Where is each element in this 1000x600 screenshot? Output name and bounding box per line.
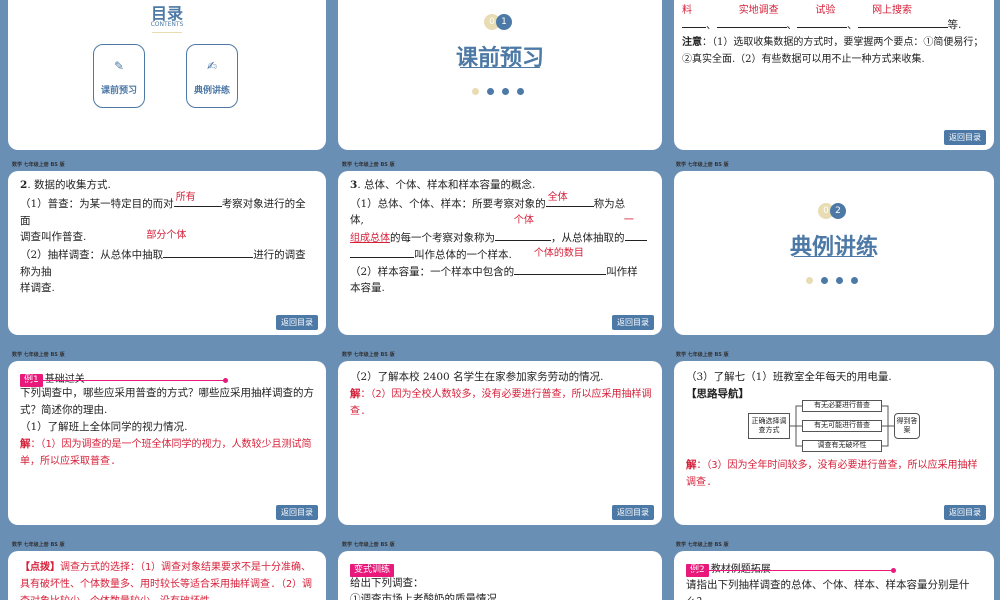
individual-definition: 组成总体的每一个考察对象称为 ，从总体抽取的 <box>350 229 652 247</box>
section-underline <box>794 253 874 257</box>
answer-3: 解：（3）因为全年时间较多，没有必要进行普查，所以应采用抽样调查. <box>686 459 978 488</box>
answer-1: 解：（1）因为调查的是一个班全体同学的视力，人数较少且测试简单，所以应采取普查. <box>20 438 312 467</box>
note-paragraph: 注意：（1）选取收集数据的方式时，要掌握两个要点：①简便易行；②真实全面.（2）… <box>682 37 984 65</box>
sample-definition: 叫作总体的一个样本. 个体的数目 <box>350 246 652 264</box>
thinking-flowchart: 正确选择调查方式 有无必要进行普查 有无可能进行普查 调查有无破坏性 得到答案 <box>744 399 924 453</box>
contents-subtitle: CONTENTS <box>150 21 184 28</box>
menu-item-examples[interactable]: ✍ 典例讲练 <box>186 44 238 108</box>
edit-icon: ✍ <box>206 59 218 73</box>
slide-header: 数学 七年级上册 BS 版 <box>342 542 395 548</box>
sample-size-definition: （2）样本容量：一个样本中包含的 叫作样 <box>350 263 652 281</box>
slide-header: 数学 七年级上册 BS 版 <box>676 162 729 168</box>
question-1: （1）了解班上全体同学的视力情况. <box>20 421 188 433</box>
blanks-line: 、、、等. <box>682 16 984 34</box>
question-intro: 下列调查中，哪些应采用普查的方式？哪些应采用抽样调查的方式？简述你的理由. <box>20 387 314 416</box>
population-definition-2: 体, 个体一 <box>350 214 634 226</box>
return-button[interactable]: 返回目录 <box>612 505 654 520</box>
question-3: （3）了解七（1）班教室全年每天的用电量. <box>686 371 892 383</box>
census-definition-cont: 调查叫作普查. 部分个体 <box>20 230 187 243</box>
flow-step-possibility: 有无可能进行普查 <box>802 420 882 432</box>
return-button[interactable]: 返回目录 <box>276 315 318 330</box>
slide-header: 数学 七年级上册 BS 版 <box>12 162 65 168</box>
contents-divider <box>152 32 182 33</box>
slide-header: 数学 七年级上册 BS 版 <box>12 352 65 358</box>
sampling-definition-cont: 样调查. <box>20 282 55 294</box>
slide-example2: 例2教材例题拓展 请指出下列抽样调查的总体、个体、样本、样本容量分别是什么？ <box>674 551 994 600</box>
example2-question: 请指出下列抽样调查的总体、个体、样本、样本容量分别是什么？ <box>686 579 970 600</box>
flow-step-necessity: 有无必要进行普查 <box>802 400 882 412</box>
section-number: 0 1 <box>484 14 512 30</box>
slide-tip: 【点拨】调查方式的选择：（1）调查对象结果要求不是十分准确、具有破坏性、个体数量… <box>8 551 326 600</box>
slide-example1-part2: （2）了解本校 2400 名学生在家参加家务劳动的情况. 解：（2）因为全校人数… <box>338 361 662 525</box>
slide-population-concepts: 3. 总体、个体、样本和样本容量的概念. （1）总体、个体、样本：所要考察对象的… <box>338 171 662 335</box>
slide-section-examples: 0 2 典例讲练 <box>674 171 994 335</box>
census-definition: （1）普查：为某一特定目的而对 所有 考察对象进行的全面 <box>20 192 306 227</box>
section-number: 0 2 <box>818 203 846 219</box>
answer-2: 解：（2）因为全校人数较多，没有必要进行普查，所以应采用抽样调查. <box>350 388 652 417</box>
slide-variant-training: 变式训练 给出下列调查： ①调查市场上老酸奶的质量情况 <box>338 551 662 600</box>
slide-header: 数学 七年级上册 BS 版 <box>12 542 65 548</box>
example-tag: 例2教材例题拓展 <box>686 557 896 577</box>
flow-start: 正确选择调查方式 <box>748 413 790 439</box>
slide-contents: 目录 CONTENTS ✎ 课前预习 ✍ 典例讲练 <box>8 0 326 150</box>
slide-section-preview: 0 1 课前预习 <box>338 0 662 150</box>
population-definition: （1）总体、个体、样本：所要考察对象的 全体 称为总 <box>350 192 626 210</box>
menu-item-preview[interactable]: ✎ 课前预习 <box>93 44 145 108</box>
variant-item-1: ①调查市场上老酸奶的质量情况 <box>350 593 497 600</box>
heading: 2. 数据的收集方式. <box>20 179 111 191</box>
return-button[interactable]: 返回目录 <box>276 505 318 520</box>
slide-example1-part3: （3）了解七（1）班教室全年每天的用电量. 【思路导航】 正确选择调查方式 有无… <box>674 361 994 525</box>
heading: 3. 总体、个体、样本和样本容量的概念. <box>350 179 536 191</box>
return-button[interactable]: 返回目录 <box>612 315 654 330</box>
variant-tag: 变式训练 <box>350 557 412 577</box>
slide-header: 数学 七年级上册 BS 版 <box>676 352 729 358</box>
page-dots <box>806 277 858 284</box>
sampling-definition: （2）抽样调查：从总体中抽取 进行的调查称为抽 <box>20 246 316 281</box>
page-dots <box>472 88 524 95</box>
flow-end: 得到答案 <box>894 413 920 439</box>
slide-header: 数学 七年级上册 BS 版 <box>342 352 395 358</box>
slide-collection-methods-end: 料 实地调查 试验 网上搜索 、、、等. 注意：（1）选取收集数据的方式时，要掌… <box>674 0 994 150</box>
flow-step-destructive: 调查有无破坏性 <box>802 440 882 452</box>
sample-size-definition-cont: 本容量. <box>350 282 385 294</box>
section-underline <box>460 64 540 68</box>
example-tag: 例1基础过关 <box>20 367 228 387</box>
return-button[interactable]: 返回目录 <box>944 130 986 145</box>
slide-header: 数学 七年级上册 BS 版 <box>342 162 395 168</box>
pencil-icon: ✎ <box>113 59 125 73</box>
tip-paragraph: 【点拨】调查方式的选择：（1）调查对象结果要求不是十分准确、具有破坏性、个体数量… <box>20 562 313 600</box>
question-2: （2）了解本校 2400 名学生在家参加家务劳动的情况. <box>350 371 604 383</box>
slide-example1: 例1基础过关 下列调查中，哪些应采用普查的方式？哪些应采用抽样调查的方式？简述你… <box>8 361 326 525</box>
variant-intro: 给出下列调查： <box>350 577 424 589</box>
return-button[interactable]: 返回目录 <box>944 505 986 520</box>
slide-collection-methods: 2. 数据的收集方式. （1）普查：为某一特定目的而对 所有 考察对象进行的全面 调… <box>8 171 326 335</box>
slide-header: 数学 七年级上册 BS 版 <box>676 542 729 548</box>
